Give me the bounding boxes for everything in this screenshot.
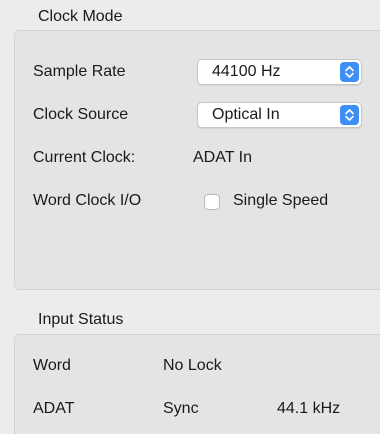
input-rate-adat: 44.1 kHz: [277, 400, 341, 417]
word-clock-io-label: Word Clock I/O: [33, 192, 142, 209]
clock-mode-title: Clock Mode: [38, 8, 123, 25]
sample-rate-value: 44100 Hz: [212, 63, 281, 80]
clock-source-popup[interactable]: Optical In: [197, 102, 362, 128]
up-down-chevron-icon: [340, 105, 359, 125]
clock-mode-group: Sample Rate 44100 Hz Clock Source Optica…: [14, 30, 380, 290]
up-down-chevron-icon: [340, 62, 359, 82]
input-status-title: Input Status: [38, 311, 124, 328]
input-status-group: Word No Lock ADAT Sync 44.1 kHz: [14, 334, 380, 434]
current-clock-label: Current Clock:: [33, 149, 136, 166]
single-speed-checkbox[interactable]: [204, 194, 220, 210]
sample-rate-label: Sample Rate: [33, 63, 126, 80]
sample-rate-popup[interactable]: 44100 Hz: [197, 59, 362, 85]
current-clock-value: ADAT In: [193, 149, 252, 166]
single-speed-label[interactable]: Single Speed: [233, 192, 328, 210]
clock-source-label: Clock Source: [33, 106, 129, 123]
input-state-adat: Sync: [163, 400, 199, 417]
input-name-adat: ADAT: [33, 400, 75, 417]
input-name-word: Word: [33, 357, 71, 374]
input-state-word: No Lock: [163, 357, 222, 374]
clock-source-value: Optical In: [212, 106, 280, 123]
